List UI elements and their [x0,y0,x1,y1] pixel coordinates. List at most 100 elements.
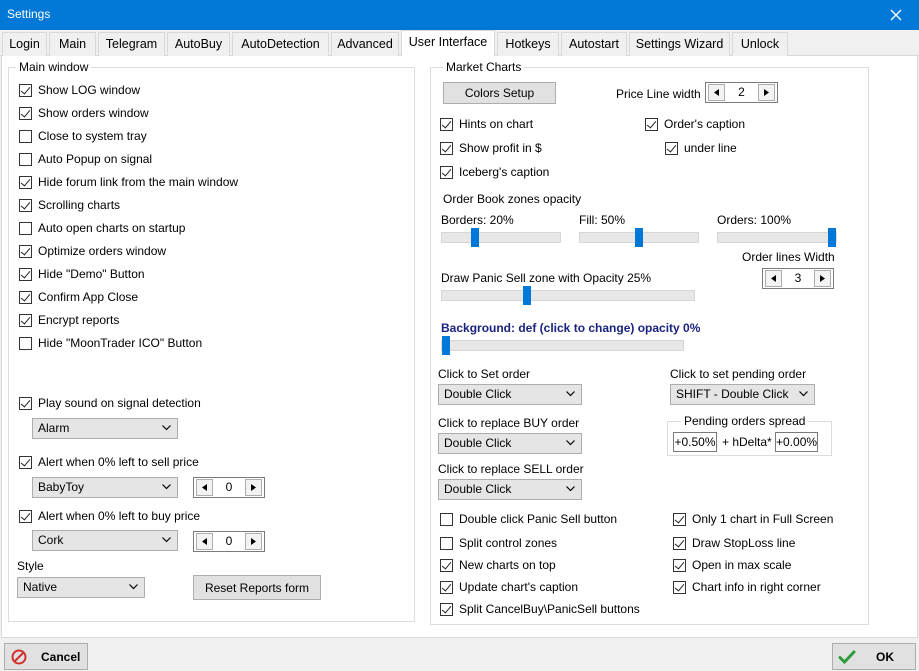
checkbox[interactable] [440,536,453,550]
tab-autodetection[interactable]: AutoDetection [232,32,329,56]
check-stoploss-line[interactable]: Draw StopLoss line [673,535,795,551]
click-sell-dropdown[interactable]: Double Click [438,479,582,500]
alert-sell-spinner[interactable]: 0 [193,477,265,498]
checkbox[interactable] [19,290,32,304]
check-order-caption[interactable]: Order's caption [645,116,745,132]
pending-spread-left-input[interactable]: +0.50% [673,432,717,452]
sound-dropdown[interactable]: Alarm [32,418,178,439]
spinner-decrement[interactable] [765,270,782,287]
spinner-increment[interactable] [814,270,831,287]
tab-telegram[interactable]: Telegram [98,32,165,56]
click-pending-dropdown[interactable]: SHIFT - Double Click [670,384,815,405]
checkbox[interactable] [673,580,686,594]
spinner-increment[interactable] [758,84,775,101]
checkbox[interactable] [440,580,453,594]
checkbox[interactable] [673,512,686,526]
price-line-spinner[interactable]: 2 [705,82,778,103]
spinner-increment[interactable] [245,479,262,496]
tab-hotkeys[interactable]: Hotkeys [497,32,559,56]
checkbox[interactable] [440,141,453,155]
cancel-button[interactable]: Cancel [4,643,88,670]
spinner-increment[interactable] [245,533,262,550]
check-double-click-panic[interactable]: Double click Panic Sell button [440,511,617,527]
alert-buy-spinner[interactable]: 0 [193,531,265,552]
fill-slider-thumb[interactable] [635,228,643,247]
check-update-caption[interactable]: Update chart's caption [440,579,578,595]
check-hints[interactable]: Hints on chart [440,116,533,132]
checkbox[interactable] [19,396,32,410]
tab-main[interactable]: Main [49,32,96,56]
panic-sell-slider-thumb[interactable] [523,286,531,305]
background-slider-thumb[interactable] [442,336,450,355]
alert-sell-sound-dropdown[interactable]: BabyToy [32,477,178,498]
check-show-log[interactable]: Show LOG window [19,82,140,98]
pending-spread-right-input[interactable]: +0.00% [775,432,818,452]
checkbox[interactable] [440,602,453,616]
check-auto-popup[interactable]: Auto Popup on signal [19,151,152,167]
colors-setup-button[interactable]: Colors Setup [443,82,556,104]
check-play-sound[interactable]: Play sound on signal detection [19,395,201,411]
check-max-scale[interactable]: Open in max scale [673,557,791,573]
check-iceberg[interactable]: Iceberg's caption [440,164,549,180]
checkbox[interactable] [19,267,32,281]
tab-unlock[interactable]: Unlock [732,32,788,56]
check-scrolling-charts[interactable]: Scrolling charts [19,197,120,213]
ok-button[interactable]: OK [832,643,916,670]
checkbox[interactable] [440,117,453,131]
check-profit[interactable]: Show profit in $ [440,140,542,156]
check-under-line[interactable]: under line [665,140,737,156]
tab-advanced[interactable]: Advanced [331,32,399,56]
check-chart-info[interactable]: Chart info in right corner [673,579,821,595]
spinner-decrement[interactable] [196,533,213,550]
checkbox[interactable] [19,221,32,235]
check-split-zones[interactable]: Split control zones [440,535,557,551]
check-hide-moontrader[interactable]: Hide "MoonTrader ICO" Button [19,335,202,351]
close-button[interactable] [873,0,919,30]
borders-slider-thumb[interactable] [471,228,479,247]
checkbox[interactable] [645,117,658,131]
check-hide-demo[interactable]: Hide "Demo" Button [19,266,145,282]
style-dropdown[interactable]: Native [17,577,145,598]
tab-settings-wizard[interactable]: Settings Wizard [629,32,730,56]
orders-slider[interactable] [717,232,837,243]
check-encrypt-reports[interactable]: Encrypt reports [19,312,119,328]
checkbox[interactable] [440,512,453,526]
checkbox[interactable] [673,536,686,550]
checkbox[interactable] [673,558,686,572]
checkbox[interactable] [19,313,32,327]
background-slider[interactable] [441,340,684,351]
checkbox[interactable] [440,165,453,179]
click-set-dropdown[interactable]: Double Click [438,384,582,405]
check-new-charts-top[interactable]: New charts on top [440,557,556,573]
click-buy-dropdown[interactable]: Double Click [438,433,582,454]
check-confirm-close[interactable]: Confirm App Close [19,289,138,305]
tab-login[interactable]: Login [2,32,47,56]
borders-slider[interactable] [441,232,561,243]
tab-user-interface[interactable]: User Interface [401,30,495,57]
check-one-chart-fullscreen[interactable]: Only 1 chart in Full Screen [673,511,833,527]
checkbox[interactable] [440,558,453,572]
spinner-decrement[interactable] [196,479,213,496]
checkbox[interactable] [19,175,32,189]
tab-autostart[interactable]: Autostart [561,32,627,56]
check-optimize-orders[interactable]: Optimize orders window [19,243,166,259]
checkbox[interactable] [19,152,32,166]
check-alert-sell[interactable]: Alert when 0% left to sell price [19,454,199,470]
check-close-tray[interactable]: Close to system tray [19,128,147,144]
checkbox[interactable] [665,141,678,155]
check-hide-forum[interactable]: Hide forum link from the main window [19,174,238,190]
tab-autobuy[interactable]: AutoBuy [167,32,230,56]
alert-buy-sound-dropdown[interactable]: Cork [32,530,178,551]
checkbox[interactable] [19,129,32,143]
checkbox[interactable] [19,83,32,97]
order-lines-spinner[interactable]: 3 [762,268,834,289]
orders-slider-thumb[interactable] [828,228,836,247]
reset-reports-button[interactable]: Reset Reports form [193,575,321,600]
checkbox[interactable] [19,455,32,469]
panic-sell-slider[interactable] [441,290,695,301]
check-auto-open-charts[interactable]: Auto open charts on startup [19,220,185,236]
checkbox[interactable] [19,509,32,523]
checkbox[interactable] [19,336,32,350]
check-split-cancel-buy[interactable]: Split CancelBuy\PanicSell buttons [440,601,640,617]
check-alert-buy[interactable]: Alert when 0% left to buy price [19,508,200,524]
